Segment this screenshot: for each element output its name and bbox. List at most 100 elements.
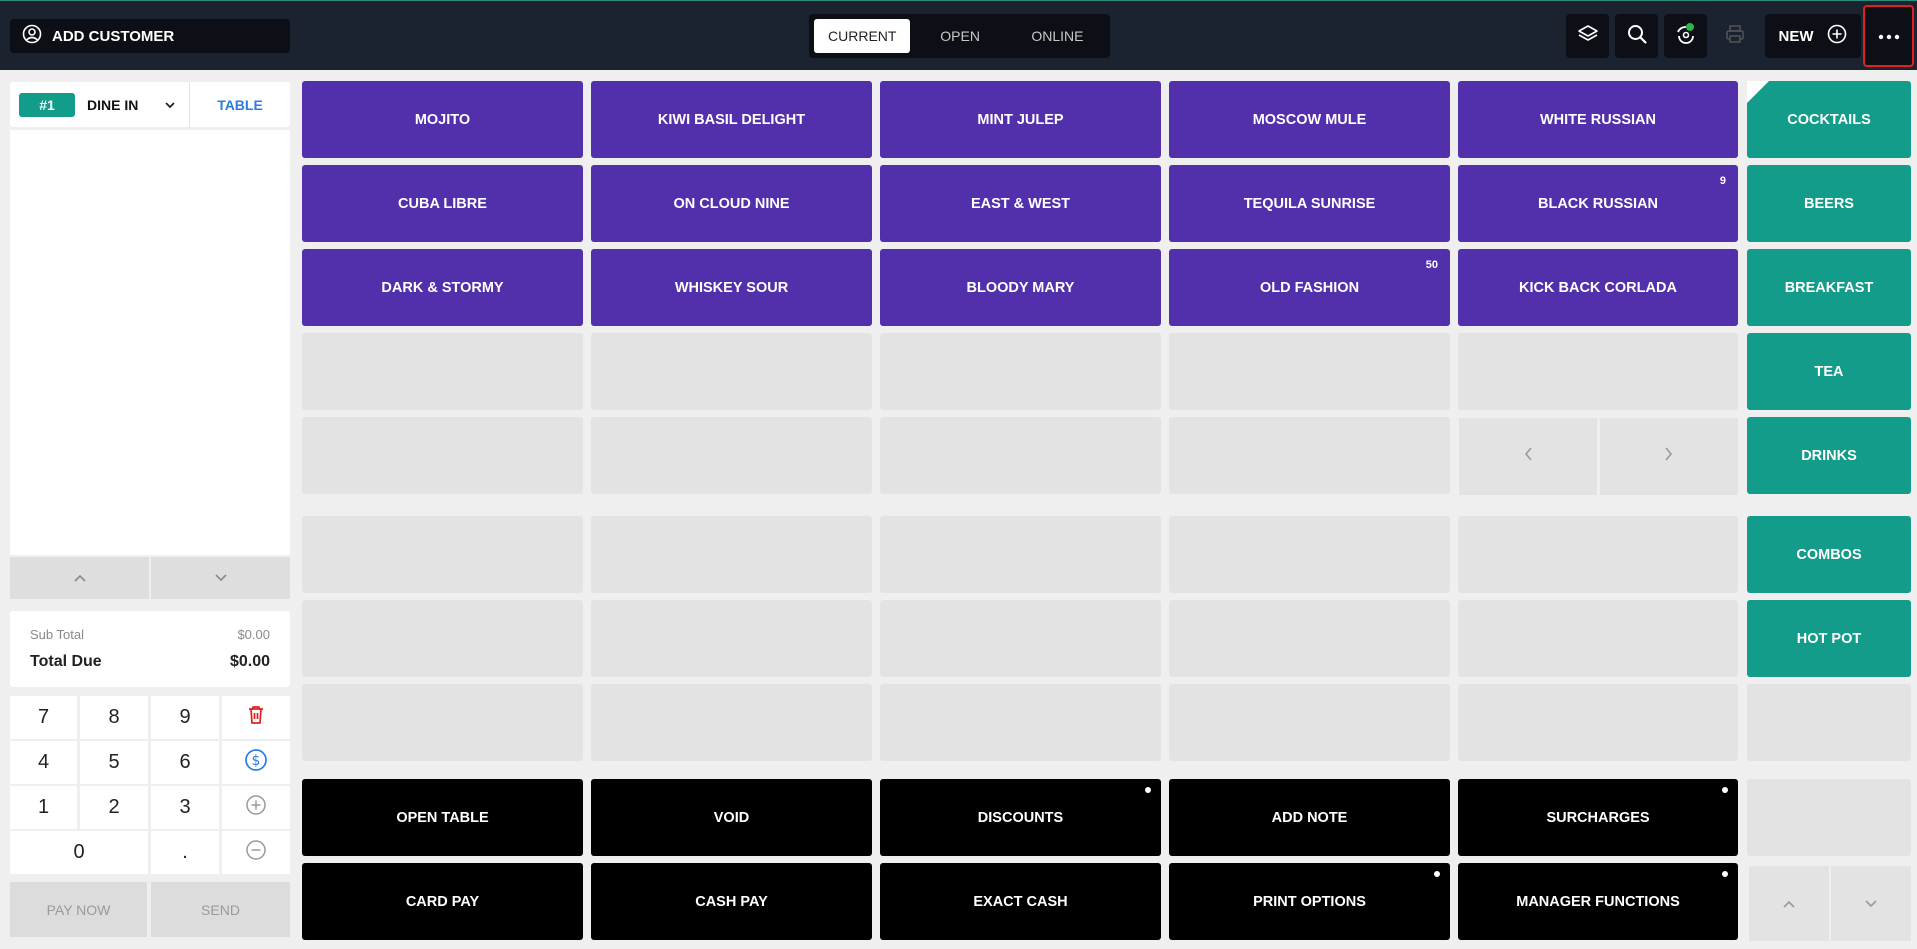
- product-page-next-button[interactable]: [1600, 418, 1738, 495]
- product-white-russian[interactable]: WHITE RUSSIAN: [1458, 81, 1738, 158]
- new-order-button[interactable]: NEW: [1765, 14, 1861, 58]
- open-table-button[interactable]: OPEN TABLE: [302, 779, 583, 856]
- user-circle-icon: [22, 24, 42, 48]
- product-east-west[interactable]: EAST & WEST: [880, 165, 1161, 242]
- layers-icon: [1577, 23, 1599, 50]
- chevron-left-icon: [1524, 447, 1532, 466]
- product-old-fashion[interactable]: OLD FASHION 50: [1169, 249, 1450, 326]
- keypad-minus-button[interactable]: [222, 831, 290, 874]
- sub-total-label: Sub Total: [30, 627, 84, 642]
- card-pay-button[interactable]: CARD PAY: [302, 863, 583, 940]
- manager-functions-button[interactable]: MANAGER FUNCTIONS: [1458, 863, 1738, 940]
- category-beers[interactable]: BEERS: [1747, 165, 1911, 242]
- keypad-2[interactable]: 2: [80, 786, 148, 829]
- add-customer-button[interactable]: ADD CUSTOMER: [10, 19, 290, 53]
- product-bloody-mary[interactable]: BLOODY MARY: [880, 249, 1161, 326]
- empty-product-slot: [880, 600, 1161, 677]
- discounts-button[interactable]: DISCOUNTS: [880, 779, 1161, 856]
- keypad-plus-button[interactable]: [222, 786, 290, 829]
- cash-pay-button[interactable]: CASH PAY: [591, 863, 872, 940]
- empty-product-slot: [1169, 516, 1450, 593]
- submenu-indicator: [1722, 871, 1728, 877]
- product-kick-back-corlada[interactable]: KICK BACK CORLADA: [1458, 249, 1738, 326]
- product-kiwi-basil-delight[interactable]: KIWI BASIL DELIGHT: [591, 81, 872, 158]
- online-sync-button[interactable]: [1664, 14, 1707, 58]
- layers-button[interactable]: [1566, 14, 1609, 58]
- product-dark-stormy[interactable]: DARK & STORMY: [302, 249, 583, 326]
- empty-product-slot: [1169, 333, 1450, 410]
- trash-icon: [246, 704, 266, 732]
- order-type-select[interactable]: DINE IN: [87, 97, 138, 113]
- category-combos[interactable]: COMBOS: [1747, 516, 1911, 593]
- keypad-6[interactable]: 6: [151, 741, 219, 784]
- keypad-dollar-button[interactable]: $: [222, 741, 290, 784]
- empty-function-slot: [1747, 779, 1911, 856]
- pay-now-button[interactable]: PAY NOW: [10, 882, 147, 937]
- order-totals: Sub Total $0.00 Total Due $0.00: [10, 611, 290, 687]
- category-cocktails[interactable]: COCKTAILS: [1747, 81, 1911, 158]
- send-button[interactable]: SEND: [151, 882, 290, 937]
- category-hot-pot[interactable]: HOT POT: [1747, 600, 1911, 677]
- empty-product-slot: [302, 417, 583, 494]
- keypad-8[interactable]: 8: [80, 696, 148, 739]
- more-options-button[interactable]: [1863, 5, 1914, 67]
- function-scroll-down-button[interactable]: [1831, 866, 1911, 941]
- quantity-badge: 9: [1719, 175, 1726, 187]
- keypad-delete-button[interactable]: [222, 696, 290, 739]
- category-drinks[interactable]: DRINKS: [1747, 417, 1911, 494]
- product-page-prev-button[interactable]: [1459, 418, 1597, 495]
- category-breakfast[interactable]: BREAKFAST: [1747, 249, 1911, 326]
- order-scroll-down-button[interactable]: [151, 557, 290, 599]
- print-button[interactable]: [1713, 14, 1756, 58]
- keypad-9[interactable]: 9: [151, 696, 219, 739]
- product-label: BLACK RUSSIAN: [1537, 195, 1659, 212]
- order-number-badge: #1: [19, 92, 75, 117]
- product-mojito[interactable]: MOJITO: [302, 81, 583, 158]
- tab-current[interactable]: CURRENT: [814, 19, 911, 53]
- product-tequila-sunrise[interactable]: TEQUILA SUNRISE: [1169, 165, 1450, 242]
- product-black-russian[interactable]: BLACK RUSSIAN 9: [1458, 165, 1738, 242]
- tab-online[interactable]: ONLINE: [1010, 19, 1105, 53]
- empty-product-slot: [591, 333, 872, 410]
- keypad-1[interactable]: 1: [10, 786, 77, 829]
- empty-product-slot: [1169, 600, 1450, 677]
- chevron-down-icon: [1864, 895, 1878, 913]
- exact-cash-button[interactable]: EXACT CASH: [880, 863, 1161, 940]
- print-options-button[interactable]: PRINT OPTIONS: [1169, 863, 1450, 940]
- empty-category-slot: [1747, 684, 1911, 761]
- surcharges-button[interactable]: SURCHARGES: [1458, 779, 1738, 856]
- empty-product-slot: [880, 333, 1161, 410]
- product-moscow-mule[interactable]: MOSCOW MULE: [1169, 81, 1450, 158]
- tab-open[interactable]: OPEN: [910, 19, 1009, 53]
- category-tea[interactable]: TEA: [1747, 333, 1911, 410]
- empty-product-slot: [1458, 684, 1738, 761]
- empty-product-slot: [591, 417, 872, 494]
- button-label: PRINT OPTIONS: [1253, 893, 1366, 910]
- keypad-0[interactable]: 0: [10, 831, 148, 874]
- function-scroll-up-button[interactable]: [1749, 866, 1829, 941]
- empty-product-slot: [1169, 417, 1450, 494]
- void-button[interactable]: VOID: [591, 779, 872, 856]
- add-customer-label: ADD CUSTOMER: [52, 27, 175, 45]
- product-cuba-libre[interactable]: CUBA LIBRE: [302, 165, 583, 242]
- product-on-cloud-nine[interactable]: ON CLOUD NINE: [591, 165, 872, 242]
- search-button[interactable]: [1615, 14, 1658, 58]
- product-mint-julep[interactable]: MINT JULEP: [880, 81, 1161, 158]
- product-whiskey-sour[interactable]: WHISKEY SOUR: [591, 249, 872, 326]
- chevron-down-icon[interactable]: [164, 96, 176, 114]
- keypad-5[interactable]: 5: [80, 741, 148, 784]
- chevron-up-icon: [73, 569, 87, 587]
- empty-product-slot: [1458, 516, 1738, 593]
- keypad-3[interactable]: 3: [151, 786, 219, 829]
- table-button[interactable]: TABLE: [189, 82, 290, 127]
- keypad-4[interactable]: 4: [10, 741, 77, 784]
- order-scroll-up-button[interactable]: [10, 557, 149, 599]
- empty-product-slot: [1458, 600, 1738, 677]
- keypad-7[interactable]: 7: [10, 696, 77, 739]
- order-items-list[interactable]: [10, 130, 290, 555]
- add-note-button[interactable]: ADD NOTE: [1169, 779, 1450, 856]
- keypad-decimal[interactable]: .: [151, 831, 219, 874]
- new-label: NEW: [1778, 27, 1814, 45]
- button-label: SURCHARGES: [1546, 809, 1650, 826]
- empty-product-slot: [1458, 333, 1738, 410]
